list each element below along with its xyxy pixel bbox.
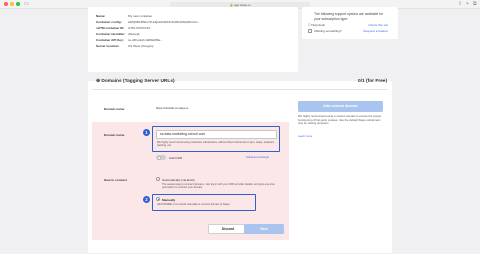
info-row-api-key: Container API Key: sv-sfFvcdqh-3d80e5f8e.… bbox=[96, 38, 163, 42]
radio-automatic[interactable] bbox=[156, 177, 160, 181]
info-row-gtm-id: sGTM container ID: GTM-XXXXXXX bbox=[96, 26, 151, 30]
info-row-config: Container config: aWQ9R1RNLVI7LkZpdAhtbXZ… bbox=[96, 20, 201, 24]
url-text: app.stape.io bbox=[234, 2, 251, 7]
default-domain-value: https://sfvcdqh.us.stape.io bbox=[156, 106, 189, 110]
maximize-window-icon[interactable] bbox=[16, 2, 20, 6]
radio-manual[interactable] bbox=[156, 197, 160, 201]
manual-description: Add DNSME or A records manually to conne… bbox=[157, 203, 231, 206]
form-domain-label: Domain name bbox=[104, 133, 125, 137]
globe-icon: ⊕ bbox=[96, 79, 101, 84]
how-to-connect-label: How to connect bbox=[104, 178, 128, 182]
domains-title: ⊕ Domains (Tagging Server URLs) bbox=[96, 79, 175, 84]
domain-input[interactable]: ss.data-marketing-school.com bbox=[156, 130, 277, 139]
close-window-icon[interactable] bbox=[4, 2, 8, 6]
automatic-label: Automatically (via Entri) bbox=[162, 177, 195, 182]
cdn-label: Add CDN bbox=[169, 156, 183, 160]
cdn-toggle[interactable] bbox=[156, 155, 166, 160]
info-row-location: Server location: US West (Oregon) bbox=[96, 44, 154, 48]
support-row-missing: Missing something? Request a feature bbox=[308, 29, 388, 33]
section-divider bbox=[92, 89, 388, 90]
request-feature-link[interactable]: Request a feature bbox=[363, 29, 388, 33]
step-badge-2: 2 bbox=[143, 196, 150, 203]
check-this-out-link[interactable]: Check this out bbox=[368, 23, 388, 27]
add-domain-help: We highly recommend using a custom domai… bbox=[298, 114, 382, 126]
toggle-knob bbox=[156, 155, 161, 160]
discard-button[interactable]: Discard bbox=[208, 224, 248, 234]
support-description: The following support options are availa… bbox=[314, 12, 384, 21]
step-badge-1: 1 bbox=[143, 129, 150, 136]
sidebar-icon[interactable]: ▭ bbox=[24, 1, 29, 7]
domain-input-hint: We highly recommend using unobvious subd… bbox=[157, 141, 275, 148]
lock-icon: 🔒 bbox=[229, 2, 234, 7]
domain-name-label: Domain name bbox=[104, 107, 125, 111]
add-custom-domain-button[interactable]: Add custom domain bbox=[298, 101, 383, 112]
learn-more-link[interactable]: Learn more bbox=[298, 134, 312, 139]
shield-icon: ⛉ bbox=[308, 23, 311, 27]
automatic-description: The easiest way to connect domains. Just… bbox=[162, 183, 275, 190]
minimize-window-icon[interactable] bbox=[10, 2, 14, 6]
domains-count: 0/1 (for Free) bbox=[358, 79, 388, 84]
manual-label: Manually bbox=[162, 197, 176, 202]
advanced-settings-link[interactable]: Advanced settings bbox=[246, 155, 269, 160]
plus-icon[interactable]: + bbox=[466, 1, 469, 7]
share-icon[interactable]: ⇪ bbox=[458, 1, 462, 7]
missing-checkbox[interactable] bbox=[308, 29, 312, 33]
next-button[interactable]: Next bbox=[244, 224, 284, 234]
tabs-icon[interactable]: ⧉ bbox=[473, 1, 477, 7]
support-row-help-desk: ⛉ Help desk Check this out bbox=[308, 23, 388, 27]
info-row-identifier: Container identifier: dhvcsqb bbox=[96, 32, 140, 36]
info-row-name: Name: My new container bbox=[96, 14, 153, 18]
